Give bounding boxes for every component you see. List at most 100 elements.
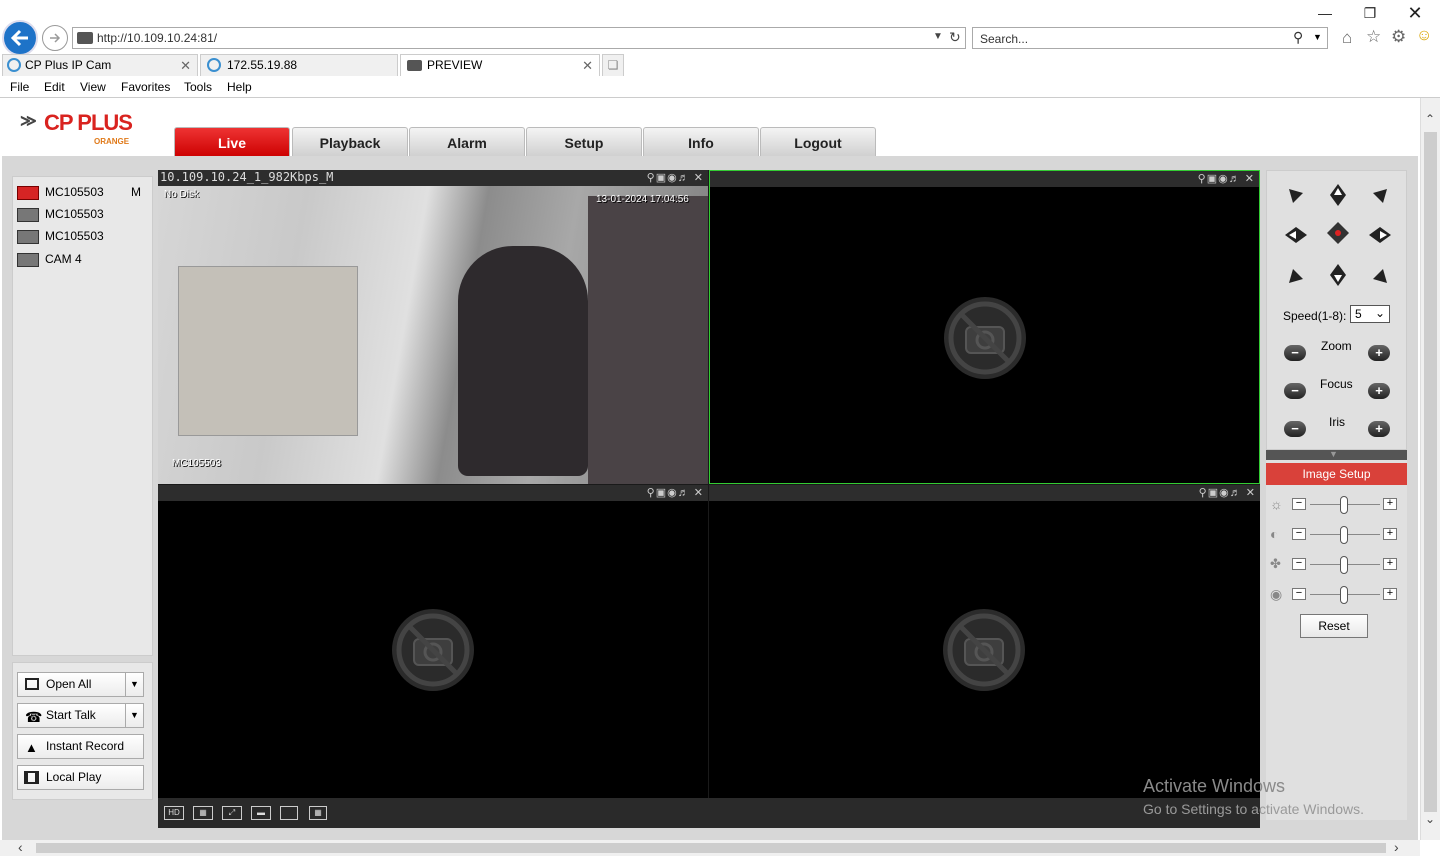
saturation-slider[interactable]: ✤ − + <box>1270 555 1405 575</box>
tab-info[interactable]: Info <box>643 127 759 157</box>
camera-item-1[interactable]: MC105503 M <box>17 182 147 202</box>
brightness-slider[interactable]: ☼ − + <box>1270 495 1405 515</box>
ptz-down-right-icon[interactable] <box>1367 263 1391 287</box>
open-all-button[interactable]: Open All ▼ <box>17 672 144 697</box>
tab-close-icon[interactable]: ✕ <box>180 55 191 76</box>
fullscreen-icon[interactable]: ⤢ <box>222 806 242 820</box>
ptz-collapse-bar[interactable]: ▼ <box>1266 449 1407 460</box>
slider-thumb[interactable] <box>1340 556 1348 574</box>
search-icon[interactable]: ⚲ <box>1293 29 1303 46</box>
hue-slider[interactable]: ◉ − + <box>1270 585 1405 605</box>
close-window-button[interactable]: ✕ <box>1400 4 1430 24</box>
tab-172[interactable]: 172.55.19.88 <box>200 54 398 76</box>
refresh-icon[interactable]: ↻ <box>949 29 961 46</box>
pane-controls-icon[interactable]: ⚲▣◉♬ ✕ <box>1198 172 1255 185</box>
address-bar[interactable]: http://10.109.10.24:81/ ▼ ↻ <box>72 27 966 49</box>
single-view-icon[interactable] <box>280 806 298 820</box>
slider-thumb[interactable] <box>1340 496 1348 514</box>
scroll-thumb[interactable] <box>36 843 1386 853</box>
tab-live[interactable]: Live <box>174 127 290 157</box>
scroll-left-icon[interactable]: ‹ <box>18 839 23 855</box>
favorites-star-icon[interactable]: ☆ <box>1366 27 1381 47</box>
tab-setup[interactable]: Setup <box>526 127 642 157</box>
slider-plus[interactable]: + <box>1383 498 1397 510</box>
open-all-dropdown[interactable]: ▼ <box>125 673 143 696</box>
video-pane-4[interactable]: ⚲▣◉♬ ✕ <box>709 485 1260 799</box>
start-talk-dropdown[interactable]: ▼ <box>125 704 143 727</box>
minimize-button[interactable]: — <box>1310 4 1340 24</box>
speed-select[interactable]: 5 ⌄ <box>1350 305 1390 323</box>
url-text[interactable]: http://10.109.10.24:81/ <box>97 31 217 45</box>
forward-button[interactable] <box>42 25 68 51</box>
back-button[interactable] <box>2 20 38 56</box>
pane-controls-icon[interactable]: ⚲▣◉♬ ✕ <box>1199 486 1256 499</box>
iris-minus-button[interactable]: − <box>1284 421 1306 437</box>
smiley-feedback-icon[interactable]: ☺ <box>1416 27 1432 45</box>
pane-controls-icon[interactable]: ⚲▣◉♬ ✕ <box>647 486 704 499</box>
ptz-down-left-icon[interactable] <box>1285 263 1309 287</box>
focus-minus-button[interactable]: − <box>1284 383 1306 399</box>
ptz-up-icon[interactable] <box>1326 183 1350 207</box>
camera-item-4[interactable]: CAM 4 <box>17 249 147 269</box>
ptz-right-icon[interactable] <box>1368 223 1392 247</box>
pane-controls-icon[interactable]: ⚲▣◉♬ ✕ <box>647 171 704 184</box>
slider-plus[interactable]: + <box>1383 558 1397 570</box>
tab-close-icon[interactable]: ✕ <box>582 55 593 76</box>
slider-minus[interactable]: − <box>1292 528 1306 540</box>
slider-thumb[interactable] <box>1340 526 1348 544</box>
camera-item-2[interactable]: MC105503 <box>17 204 147 224</box>
start-talk-button[interactable]: ☎ Start Talk ▼ <box>17 703 144 728</box>
fluency-icon[interactable]: ▦ <box>193 806 213 820</box>
home-icon[interactable]: ⌂ <box>1342 28 1352 48</box>
hd-icon[interactable]: HD <box>164 806 184 820</box>
contrast-slider[interactable]: ◐ − + <box>1270 525 1405 545</box>
slider-thumb[interactable] <box>1340 586 1348 604</box>
menu-view[interactable]: View <box>80 80 106 94</box>
search-input[interactable]: Search... <box>980 32 1028 46</box>
vertical-scrollbar[interactable]: ⌃ ⌄ <box>1420 98 1440 840</box>
horizontal-scrollbar[interactable]: ‹ › <box>0 839 1420 856</box>
slider-minus[interactable]: − <box>1292 558 1306 570</box>
quad-view-icon[interactable]: ▦ <box>309 806 327 820</box>
scroll-right-icon[interactable]: › <box>1394 839 1399 855</box>
video-pane-2[interactable]: ⚲▣◉♬ ✕ <box>709 170 1260 484</box>
local-play-button[interactable]: Local Play <box>17 765 144 790</box>
zoom-in-button[interactable]: + <box>1368 345 1390 361</box>
scroll-thumb[interactable] <box>1424 132 1437 812</box>
ptz-center-icon[interactable] <box>1326 221 1350 245</box>
instant-record-button[interactable]: ▲ Instant Record <box>17 734 144 759</box>
reset-button[interactable]: Reset <box>1300 614 1368 638</box>
scroll-down-icon[interactable]: ⌄ <box>1425 812 1435 826</box>
original-scale-icon[interactable]: ▬ <box>251 806 271 820</box>
tab-alarm[interactable]: Alarm <box>409 127 525 157</box>
tab-preview[interactable]: PREVIEW ✕ <box>400 54 600 76</box>
dropdown-icon[interactable]: ▼ <box>933 31 943 42</box>
tab-logout[interactable]: Logout <box>760 127 876 157</box>
menu-file[interactable]: File <box>10 80 29 94</box>
slider-plus[interactable]: + <box>1383 528 1397 540</box>
menu-favorites[interactable]: Favorites <box>121 80 170 94</box>
focus-plus-button[interactable]: + <box>1368 383 1390 399</box>
settings-gear-icon[interactable]: ⚙ <box>1391 27 1406 47</box>
camera-item-3[interactable]: MC105503 <box>17 226 147 246</box>
slider-minus[interactable]: − <box>1292 588 1306 600</box>
zoom-out-button[interactable]: − <box>1284 345 1306 361</box>
ptz-left-icon[interactable] <box>1284 223 1308 247</box>
menu-edit[interactable]: Edit <box>44 80 65 94</box>
tab-cp-plus[interactable]: CP Plus IP Cam ✕ <box>2 54 198 76</box>
menu-tools[interactable]: Tools <box>184 80 212 94</box>
slider-minus[interactable]: − <box>1292 498 1306 510</box>
search-dropdown-icon[interactable]: ▼ <box>1313 32 1322 42</box>
search-box[interactable]: Search... ⚲ ▼ <box>972 27 1328 49</box>
scroll-up-icon[interactable]: ⌃ <box>1425 112 1435 126</box>
iris-plus-button[interactable]: + <box>1368 421 1390 437</box>
ptz-up-left-icon[interactable] <box>1285 185 1309 209</box>
video-pane-1[interactable]: 10.109.10.24_1_982Kbps_M ⚲▣◉♬ ✕ No Disk … <box>158 170 708 484</box>
ptz-up-right-icon[interactable] <box>1367 185 1391 209</box>
restore-button[interactable]: ❐ <box>1355 4 1385 24</box>
slider-plus[interactable]: + <box>1383 588 1397 600</box>
menu-help[interactable]: Help <box>227 80 252 94</box>
ptz-down-icon[interactable] <box>1326 263 1350 287</box>
video-pane-3[interactable]: ⚲▣◉♬ ✕ <box>158 485 708 799</box>
new-tab-button[interactable]: ❏ <box>602 54 624 76</box>
